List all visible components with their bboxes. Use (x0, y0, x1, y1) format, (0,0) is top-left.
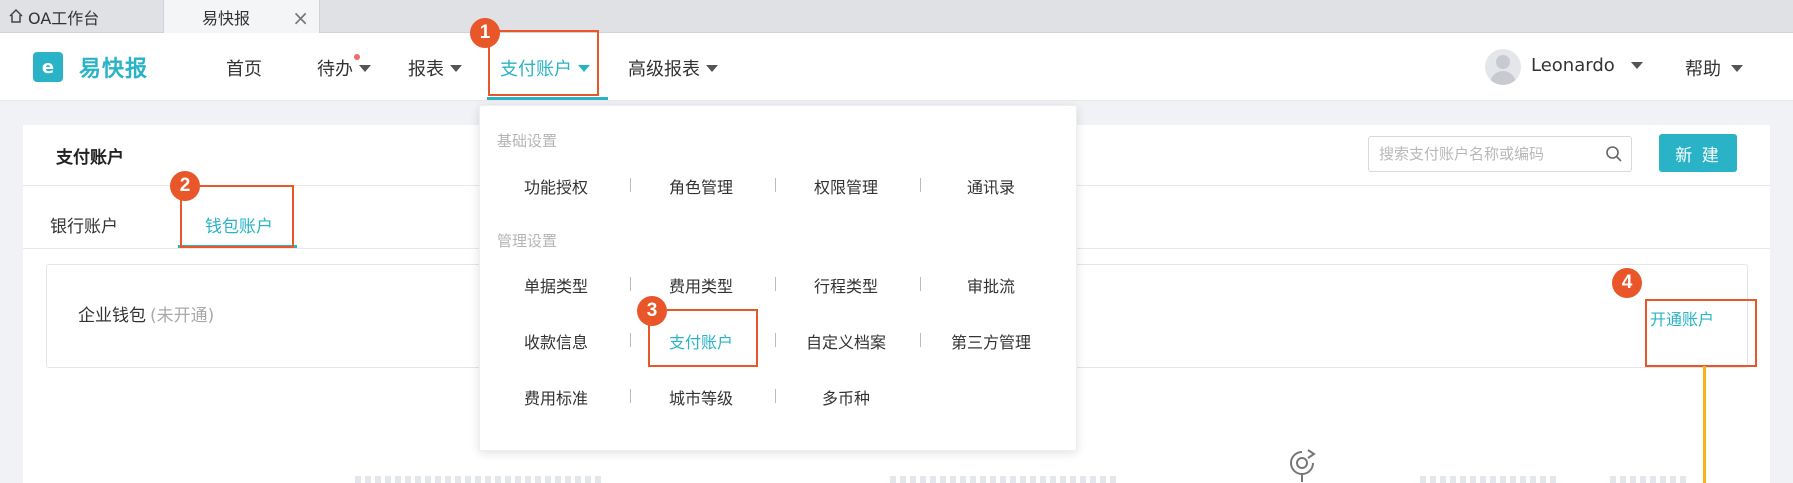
chevron-down-icon (1731, 64, 1743, 72)
chevron-down-icon (359, 64, 371, 72)
separator (630, 277, 631, 291)
menu-item-document-types[interactable]: 单据类型 (496, 273, 616, 297)
decorative-bar (890, 476, 1120, 483)
separator (630, 178, 631, 192)
app-name: 易快报 (79, 57, 149, 82)
annotation-connector-line (1703, 366, 1706, 483)
home-icon (9, 8, 23, 23)
menu-item-function-auth[interactable]: 功能授权 (496, 174, 616, 198)
nav-advanced-reports[interactable]: 高级报表 (628, 55, 718, 81)
menu-item-contacts[interactable]: 通讯录 (931, 174, 1051, 198)
decorative-bar (1420, 476, 1560, 483)
tab-label: 易快报 (202, 8, 251, 28)
nav-home[interactable]: 首页 (226, 55, 262, 81)
annotation-box-1 (488, 30, 599, 96)
annotation-marker-1: 1 (470, 18, 500, 48)
separator (775, 178, 776, 192)
menu-item-permission-management[interactable]: 权限管理 (786, 174, 906, 198)
dropdown-section-title: 管理设置 (497, 232, 558, 250)
nav-reports[interactable]: 报表 (408, 55, 462, 81)
menu-item-trip-types[interactable]: 行程类型 (786, 273, 906, 297)
rotate-cursor-icon (1290, 449, 1316, 482)
menu-item-payee-info[interactable]: 收款信息 (496, 329, 616, 353)
search-field[interactable] (1368, 136, 1632, 172)
separator (920, 333, 921, 347)
user-menu[interactable]: Leonardo (1531, 55, 1643, 76)
menu-item-role-management[interactable]: 角色管理 (641, 174, 761, 198)
tab-oa-workbench[interactable]: OA工作台 (0, 0, 163, 33)
nav-todo[interactable]: 待办 (317, 54, 371, 81)
avatar[interactable] (1485, 49, 1521, 85)
notification-dot (354, 54, 360, 60)
separator (775, 389, 776, 403)
chevron-down-icon (1630, 62, 1643, 69)
nav-active-indicator (487, 97, 608, 100)
menu-item-approval-flow[interactable]: 审批流 (931, 273, 1051, 297)
help-menu[interactable]: 帮助 (1685, 55, 1743, 81)
close-icon[interactable]: × (292, 6, 309, 30)
tab-bank-accounts[interactable]: 银行账户 (50, 212, 118, 237)
separator (920, 277, 921, 291)
separator (630, 389, 631, 403)
dropdown-section-title: 基础设置 (497, 132, 558, 150)
menu-item-custom-archives[interactable]: 自定义档案 (786, 329, 906, 353)
annotation-marker-2: 2 (170, 171, 200, 201)
chevron-down-icon (450, 64, 462, 72)
menu-item-multi-currency[interactable]: 多币种 (786, 385, 906, 409)
annotation-box-4 (1645, 299, 1757, 367)
new-button[interactable]: 新 建 (1659, 134, 1737, 172)
decorative-bar (355, 476, 605, 483)
payment-accounts-dropdown: 基础设置 功能授权 角色管理 权限管理 通讯录 管理设置 单据类型 费用类型 行… (479, 105, 1077, 451)
separator (775, 277, 776, 291)
app-logo-icon: e (33, 52, 63, 82)
menu-item-third-party-management[interactable]: 第三方管理 (931, 329, 1051, 353)
wallet-status: (未开通) (150, 306, 215, 326)
tab-yikuaibao[interactable]: 易快报 × (163, 0, 320, 33)
app-header: e 易快报 首页 待办 报表 支付账户 高级报表 Leonardo 帮助 (0, 33, 1793, 101)
decorative-bar (1610, 476, 1690, 483)
chevron-down-icon (706, 64, 718, 72)
page-title: 支付账户 (56, 148, 124, 168)
menu-item-expense-types[interactable]: 费用类型 (641, 273, 761, 297)
menu-item-expense-standards[interactable]: 费用标准 (496, 385, 616, 409)
search-icon[interactable] (1605, 145, 1623, 163)
separator (920, 178, 921, 192)
search-input[interactable] (1369, 137, 1589, 171)
menu-item-city-levels[interactable]: 城市等级 (641, 385, 761, 409)
wallet-label: 企业钱包 (未开通) (78, 306, 215, 326)
separator (775, 333, 776, 347)
separator (630, 333, 631, 347)
tab-label: OA工作台 (28, 8, 100, 28)
browser-tab-bar: OA工作台 易快报 × (0, 0, 1793, 33)
annotation-marker-3: 3 (637, 296, 667, 326)
annotation-marker-4: 4 (1612, 268, 1642, 298)
